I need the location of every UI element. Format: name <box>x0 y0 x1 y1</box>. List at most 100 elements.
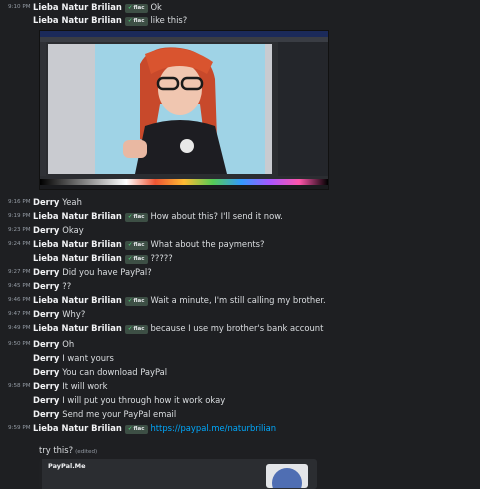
chat-messages: 9:10 PM Lieba Natur Brilian ✓flac Ok Lieb… <box>0 0 480 489</box>
username[interactable]: Derry <box>33 409 59 419</box>
role-badge-label: flac <box>133 5 145 11</box>
checkmark-icon: ✓ <box>127 326 133 332</box>
message-author-line: Derry Did you have PayPal? <box>33 266 152 279</box>
checkmark-icon: ✓ <box>127 298 133 304</box>
username[interactable]: Derry <box>33 381 59 391</box>
role-badge[interactable]: ✓flac <box>124 325 148 334</box>
attachment-tool-panel <box>40 42 46 176</box>
role-badge-label: flac <box>133 256 145 262</box>
role-badge[interactable]: ✓flac <box>124 425 148 434</box>
image-attachment[interactable] <box>39 30 329 190</box>
username[interactable]: Lieba Natur Brilian <box>33 295 122 305</box>
message-timestamp: 9:49 PM <box>8 325 31 331</box>
message-author-line: Derry I will put you through how it work… <box>33 394 225 407</box>
role-badge-label: flac <box>133 426 145 432</box>
message-author-line: Lieba Natur Brilian ✓flac because I use m… <box>33 322 323 335</box>
role-badge[interactable]: ✓flac <box>124 4 148 13</box>
message-text: ?? <box>62 281 72 291</box>
checkmark-icon: ✓ <box>127 18 133 24</box>
message-timestamp: 9:24 PM <box>8 241 31 247</box>
message-text: It will work <box>62 381 108 391</box>
message-author-line: Derry Oh <box>33 338 74 351</box>
message-author-line: Derry You can download PayPal <box>33 366 167 379</box>
message-timestamp: 9:45 PM <box>8 283 31 289</box>
message-timestamp: 9:59 PM <box>8 425 31 431</box>
role-badge-label: flac <box>133 18 145 24</box>
username[interactable]: Derry <box>33 395 59 405</box>
role-badge[interactable]: ✓flac <box>124 213 148 222</box>
message-timestamp: 9:47 PM <box>8 311 31 317</box>
username[interactable]: Derry <box>33 339 59 349</box>
message-author-line: Derry ?? <box>33 280 71 293</box>
edited-label: (edited) <box>75 449 98 455</box>
role-badge[interactable]: ✓flac <box>124 255 148 264</box>
message-text: ????? <box>150 253 173 263</box>
message-author-line: Derry It will work <box>33 380 107 393</box>
role-badge-label: flac <box>133 326 145 332</box>
message-link[interactable]: https://paypal.me/naturbrilian <box>150 423 276 433</box>
message-timestamp: 9:50 PM <box>8 341 31 347</box>
paypal-avatar-icon <box>272 468 302 488</box>
checkmark-icon: ✓ <box>127 5 133 11</box>
checkmark-icon: ✓ <box>127 242 133 248</box>
username[interactable]: Derry <box>33 197 59 207</box>
checkmark-icon: ✓ <box>127 256 133 262</box>
username[interactable]: Derry <box>33 353 59 363</box>
username[interactable]: Derry <box>33 267 59 277</box>
message-text: Yeah <box>62 197 82 207</box>
username[interactable]: Lieba Natur Brilian <box>33 239 122 249</box>
message-row: try this? (edited) <box>39 444 97 457</box>
role-badge[interactable]: ✓flac <box>124 297 148 306</box>
message-text: Okay <box>62 225 84 235</box>
checkmark-icon: ✓ <box>127 214 133 220</box>
message-author-line: Derry Okay <box>33 224 84 237</box>
message-text: I will put you through how it work okay <box>62 395 226 405</box>
role-badge-label: flac <box>133 214 145 220</box>
portrait-artwork <box>95 44 265 174</box>
message-author-line: Derry Send me your PayPal email <box>33 408 176 421</box>
username[interactable]: Derry <box>33 281 59 291</box>
username[interactable]: Derry <box>33 367 59 377</box>
username[interactable]: Lieba Natur Brilian <box>33 423 122 433</box>
link-embed[interactable]: PayPal.Me <box>39 459 317 489</box>
message-author-line: Derry Why? <box>33 308 85 321</box>
embed-thumbnail[interactable] <box>266 464 308 488</box>
username[interactable]: Derry <box>33 309 59 319</box>
username[interactable]: Lieba Natur Brilian <box>33 211 122 221</box>
attachment-canvas <box>48 44 272 174</box>
role-badge-label: flac <box>133 242 145 248</box>
message-timestamp: 9:46 PM <box>8 297 31 303</box>
message-text: What about the payments? <box>150 239 265 249</box>
message-timestamp: 9:58 PM <box>8 383 31 389</box>
role-badge-label: flac <box>133 298 145 304</box>
username[interactable]: Lieba Natur Brilian <box>33 2 122 12</box>
message-author-line: Lieba Natur Brilian ✓flac How about this?… <box>33 210 283 223</box>
message-text: Ok <box>150 2 162 12</box>
message-text: You can download PayPal <box>62 367 168 377</box>
message-author-line: Derry Yeah <box>33 196 82 209</box>
role-badge[interactable]: ✓flac <box>124 241 148 250</box>
message-text: How about this? I'll send it now. <box>150 211 283 221</box>
message-text: like this? <box>150 15 188 25</box>
username[interactable]: Derry <box>33 225 59 235</box>
username[interactable]: Lieba Natur Brilian <box>33 15 122 25</box>
message-text: Did you have PayPal? <box>62 267 152 277</box>
checkmark-icon: ✓ <box>127 426 133 432</box>
message-author-line: Lieba Natur Brilian ✓flac like this? <box>33 14 187 27</box>
embed-title[interactable]: PayPal.Me <box>48 462 86 470</box>
message-timestamp: 9:16 PM <box>8 199 31 205</box>
username[interactable]: Lieba Natur Brilian <box>33 323 122 333</box>
portrait-illustration <box>123 47 227 174</box>
message-text: try this? <box>39 445 74 455</box>
message-text: I want yours <box>62 353 114 363</box>
attachment-layers-panel <box>278 42 328 176</box>
message-author-line: Lieba Natur Brilian ✓flac Wait a minute, … <box>33 294 326 307</box>
role-badge[interactable]: ✓flac <box>124 17 148 26</box>
message-timestamp: 9:23 PM <box>8 227 31 233</box>
message-timestamp: 9:19 PM <box>8 213 31 219</box>
message-text: Why? <box>62 309 86 319</box>
username[interactable]: Lieba Natur Brilian <box>33 253 122 263</box>
attachment-statusbar <box>40 185 328 189</box>
message-timestamp: 9:27 PM <box>8 269 31 275</box>
message-author-line: Lieba Natur Brilian ✓flac https://paypal.… <box>33 422 276 435</box>
